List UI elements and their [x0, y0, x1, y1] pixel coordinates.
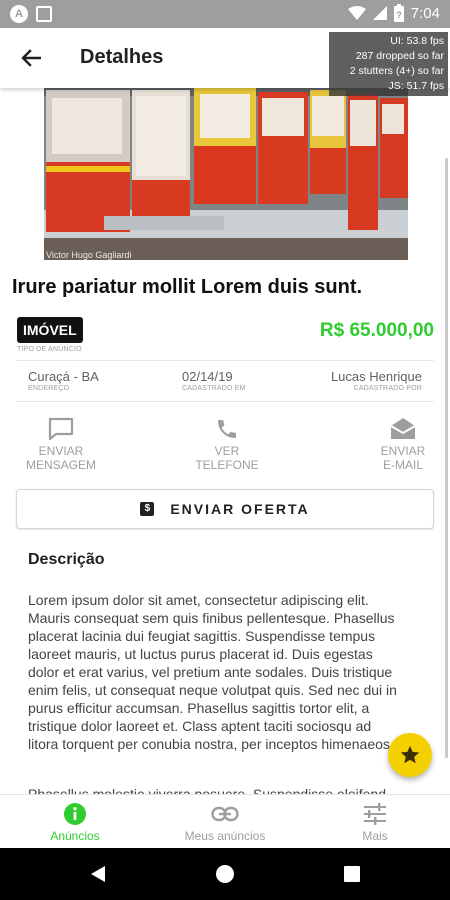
details-content[interactable]: Victor Hugo Gagliardi Irure pariatur mol…	[0, 88, 450, 794]
author-caption: CADASTRADO POR	[353, 385, 422, 392]
favorite-fab[interactable]	[388, 733, 432, 777]
home-circle-icon[interactable]	[215, 864, 235, 884]
location-cell: Curaçá - BA ENDEREÇO	[28, 369, 99, 392]
listing-type-badge: IMÓVEL	[17, 317, 83, 343]
send-email-label: ENVIAR E-MAIL	[380, 444, 426, 472]
product-photo-graphic	[44, 88, 408, 260]
bottom-navigation: Anúncios Meus anúncios Mais	[0, 794, 450, 848]
star-icon	[400, 745, 420, 764]
date-caption: CADASTRADO EM	[182, 385, 246, 392]
nav-item-anuncios[interactable]: Anúncios	[0, 801, 150, 843]
listing-info-row: Curaçá - BA ENDEREÇO 02/14/19 CADASTRADO…	[16, 360, 434, 402]
link-icon	[211, 806, 239, 822]
status-bar: A ? 7:04	[0, 0, 450, 28]
battery-icon: ?	[393, 4, 404, 22]
perf-line: UI: 53.8 fps	[390, 35, 444, 47]
description-heading: Descrição	[28, 551, 105, 568]
square-notification-icon	[36, 6, 52, 22]
cell-signal-icon	[372, 6, 387, 20]
dollar-icon: $	[140, 502, 155, 516]
sliders-icon	[364, 803, 386, 825]
contact-actions: ENVIAR MENSAGEM VER TELEFONE ENVIAR E-MA…	[0, 414, 450, 480]
view-phone-label: VER TELEFONE	[195, 444, 259, 472]
nav-item-mais[interactable]: Mais	[300, 801, 450, 843]
a-circle-icon: A	[10, 5, 28, 23]
perf-line: 2 stutters (4+) so far	[349, 65, 444, 77]
description-text-continued: Phasellus molestie viverra posuere. Susp…	[28, 786, 386, 794]
nav-label: Meus anúncios	[184, 829, 266, 843]
chat-bubble-icon	[48, 417, 74, 441]
photo-credit: Victor Hugo Gagliardi	[46, 250, 132, 260]
nav-item-meus-anuncios[interactable]: Meus anúncios	[150, 801, 300, 843]
send-offer-label: ENVIAR OFERTA	[170, 501, 310, 517]
svg-text:?: ?	[396, 10, 402, 20]
author-cell: Lucas Henrique CADASTRADO POR	[331, 369, 422, 392]
phone-icon	[218, 420, 236, 438]
back-triangle-icon[interactable]	[88, 864, 108, 884]
send-offer-button[interactable]: $ ENVIAR OFERTA	[16, 489, 434, 529]
status-time: 7:04	[410, 4, 440, 22]
info-icon	[64, 803, 86, 825]
performance-overlay: UI: 53.8 fps 287 dropped so far 2 stutte…	[329, 32, 448, 96]
location-caption: ENDEREÇO	[28, 385, 70, 392]
listing-price: R$ 65.000,00	[319, 320, 434, 341]
system-navigation-bar	[0, 848, 450, 900]
envelope-open-icon	[390, 418, 416, 439]
back-button[interactable]	[16, 44, 46, 72]
view-phone-button[interactable]: VER TELEFONE	[172, 414, 282, 472]
scrollbar[interactable]	[445, 158, 448, 758]
nav-label: Anúncios	[50, 829, 100, 843]
listing-title: Irure pariatur mollit Lorem duis sunt.	[12, 276, 363, 298]
send-message-button[interactable]: ENVIAR MENSAGEM	[6, 414, 116, 472]
perf-line: 287 dropped so far	[355, 50, 444, 62]
date-value: 02/14/19	[182, 369, 233, 384]
send-email-button[interactable]: ENVIAR E-MAIL	[348, 414, 450, 472]
listing-type-caption: TIPO DE ANÚNCIO	[17, 346, 82, 353]
author-value: Lucas Henrique	[330, 369, 422, 384]
send-message-label: ENVIAR MENSAGEM	[25, 444, 96, 472]
location-value: Curaçá - BA	[28, 369, 99, 384]
nav-label: Mais	[362, 829, 388, 843]
description-text: Lorem ipsum dolor sit amet, consectetur …	[28, 592, 397, 752]
perf-line: JS: 51.7 fps	[388, 80, 444, 92]
page-title: Detalhes	[80, 46, 164, 68]
wifi-icon	[347, 6, 366, 20]
arrow-left-icon	[21, 49, 41, 67]
date-cell: 02/14/19 CADASTRADO EM	[182, 369, 246, 392]
recents-square-icon[interactable]	[342, 864, 362, 884]
listing-photo[interactable]: Victor Hugo Gagliardi	[44, 88, 408, 260]
